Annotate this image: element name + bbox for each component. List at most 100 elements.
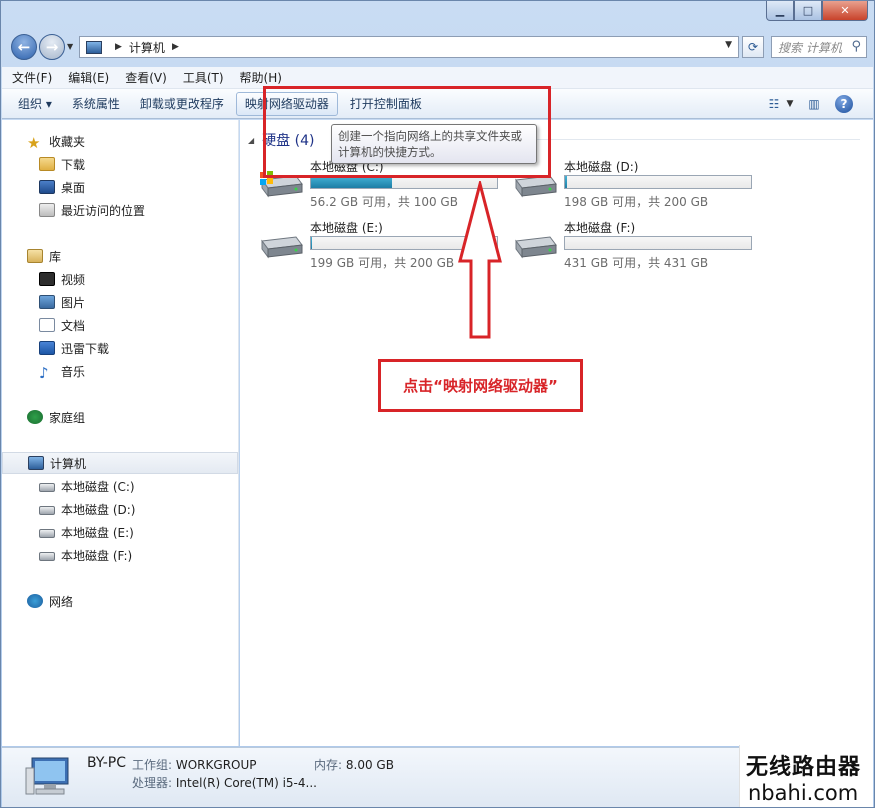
search-input[interactable]: 搜索 计算机 ⚲ [771, 36, 867, 58]
forward-arrow-icon: → [45, 38, 59, 56]
sidebar-network[interactable]: 网络 [27, 590, 73, 612]
refresh-button[interactable]: ⟳ [742, 36, 764, 58]
workgroup-label: 工作组: [132, 758, 173, 772]
sidebar-item-drive-c[interactable]: 本地磁盘 (C:) [39, 475, 135, 497]
sidebar-label: 音乐 [61, 364, 86, 379]
collapse-triangle-icon[interactable]: ◢ [248, 136, 254, 145]
star-icon: ★ [27, 134, 41, 152]
address-bar[interactable]: ▶ 计算机 ▶ ▼ [79, 36, 739, 58]
recent-pages-dropdown-icon[interactable]: ▼ [67, 42, 73, 51]
details-pane: BY-PC 工作组: WORKGROUP 内存: 8.00 GB 处理器: In… [2, 745, 873, 807]
sidebar-homegroup[interactable]: 家庭组 [27, 406, 85, 428]
address-row: ← → ▼ ▶ 计算机 ▶ ▼ ⟳ 搜索 计算机 ⚲ [9, 31, 869, 61]
drive-icon [261, 236, 303, 259]
breadcrumb-computer[interactable]: 计算机 [129, 39, 165, 56]
annotation-up-arrow-icon [458, 181, 502, 339]
sidebar-label: 网络 [49, 594, 74, 609]
sidebar-label: 收藏夹 [49, 134, 86, 149]
drive-f[interactable]: 本地磁盘 (F:) 431 GB 可用，共 431 GB [512, 219, 762, 275]
sidebar-label: 图片 [61, 295, 86, 310]
memory-label: 内存: [314, 758, 343, 772]
menu-view[interactable]: 查看(V) [125, 69, 167, 86]
computer-icon [28, 456, 44, 470]
sidebar-item-music[interactable]: ♪ 音乐 [39, 360, 85, 382]
organize-button[interactable]: 组织 ▾ [10, 92, 60, 116]
sidebar-label: 本地磁盘 (F:) [61, 548, 133, 563]
drive-usage-bar [564, 236, 752, 250]
back-button[interactable]: ← [11, 34, 37, 60]
sidebar-item-videos[interactable]: 视频 [39, 268, 85, 290]
drive-usage-fill [311, 237, 312, 249]
sidebar-item-documents[interactable]: 文档 [39, 314, 85, 336]
menu-edit[interactable]: 编辑(E) [68, 69, 109, 86]
network-icon [27, 594, 43, 608]
breadcrumb-chevron-icon[interactable]: ▶ [115, 42, 122, 52]
processor-info: 处理器: Intel(R) Core(TM) i5-4... [132, 774, 317, 791]
maximize-button[interactable]: □ [794, 1, 822, 21]
sidebar-item-drive-d[interactable]: 本地磁盘 (D:) [39, 498, 135, 520]
search-icon[interactable]: ⚲ [851, 39, 861, 54]
uninstall-program-button[interactable]: 卸载或更改程序 [132, 92, 232, 116]
sidebar-label: 文档 [61, 318, 86, 333]
menu-file[interactable]: 文件(F) [12, 69, 52, 86]
sidebar-computer[interactable]: 计算机 [2, 452, 238, 474]
close-button[interactable]: ✕ [822, 1, 868, 21]
video-icon [39, 272, 55, 286]
address-dropdown-icon[interactable]: ▼ [725, 40, 732, 50]
preview-pane-icon[interactable]: ▥ [803, 93, 825, 115]
computer-icon [86, 40, 102, 54]
processor-label: 处理器: [132, 776, 173, 790]
watermark-url: nbahi.com [748, 781, 859, 805]
minimize-button[interactable]: ▁ [766, 1, 794, 21]
refresh-icon: ⟳ [747, 40, 759, 54]
pc-name: BY-PC [87, 755, 126, 771]
content-pane: ◢ 硬盘 (4) 本地磁盘 (C:) 56.2 GB 可用，共 100 GB 本… [240, 120, 873, 746]
breadcrumb-chevron-icon[interactable]: ▶ [172, 42, 179, 52]
drive-usage-bar [564, 175, 752, 189]
sidebar-item-xunlei[interactable]: 迅雷下载 [39, 337, 109, 359]
sidebar-label: 迅雷下载 [61, 341, 110, 356]
sidebar-item-drive-f[interactable]: 本地磁盘 (F:) [39, 544, 132, 566]
forward-button[interactable]: → [39, 34, 65, 60]
sidebar-item-recent[interactable]: 最近访问的位置 [39, 199, 145, 221]
drive-free-space: 199 GB 可用，共 200 GB [310, 256, 455, 270]
help-button[interactable]: ? [833, 93, 855, 115]
annotation-highlight-box [263, 86, 551, 178]
sidebar-item-desktop[interactable]: 桌面 [39, 176, 85, 198]
drive-icon [39, 506, 55, 515]
sidebar-label: 计算机 [50, 456, 87, 471]
processor-value: Intel(R) Core(TM) i5-4... [175, 776, 317, 790]
sidebar-label: 下载 [61, 157, 86, 172]
library-icon [27, 249, 43, 263]
homegroup-icon [27, 410, 43, 424]
annotation-callout: 点击“映射网络驱动器” [378, 359, 583, 412]
sidebar-label: 家庭组 [49, 410, 86, 425]
window-controls: ▁ □ ✕ [766, 1, 868, 21]
sidebar-item-downloads[interactable]: 下载 [39, 153, 85, 175]
change-view-icon[interactable]: ☷ [763, 93, 785, 115]
pictures-icon [39, 295, 55, 309]
search-placeholder: 搜索 计算机 [778, 40, 842, 55]
sidebar-label: 视频 [61, 272, 86, 287]
view-dropdown-icon[interactable]: ▼ [785, 93, 795, 115]
drive-name: 本地磁盘 (F:) [564, 221, 636, 235]
drive-free-space: 56.2 GB 可用，共 100 GB [310, 195, 458, 209]
sidebar-libraries[interactable]: 库 [27, 245, 61, 267]
menu-tools[interactable]: 工具(T) [183, 69, 224, 86]
sidebar-item-pictures[interactable]: 图片 [39, 291, 85, 313]
sidebar-label: 本地磁盘 (D:) [61, 502, 136, 517]
workgroup-info: 工作组: WORKGROUP [132, 756, 257, 773]
menu-help[interactable]: 帮助(H) [240, 69, 282, 86]
sidebar-label: 桌面 [61, 180, 86, 195]
explorer-window: ▁ □ ✕ ← → ▼ ▶ 计算机 ▶ ▼ ⟳ 搜索 计算机 ⚲ 文件(F) 编… [0, 0, 875, 808]
computer-large-icon [25, 757, 69, 795]
sidebar-label: 本地磁盘 (E:) [61, 525, 134, 540]
sidebar-item-drive-e[interactable]: 本地磁盘 (E:) [39, 521, 134, 543]
drive-free-space: 431 GB 可用，共 431 GB [564, 256, 709, 270]
system-drive-icon [39, 483, 55, 492]
drive-usage-fill [565, 176, 567, 188]
help-icon: ? [835, 95, 853, 113]
music-note-icon: ♪ [39, 364, 49, 382]
sidebar-favorites[interactable]: ★ 收藏夹 [27, 130, 85, 152]
system-properties-button[interactable]: 系统属性 [64, 92, 128, 116]
